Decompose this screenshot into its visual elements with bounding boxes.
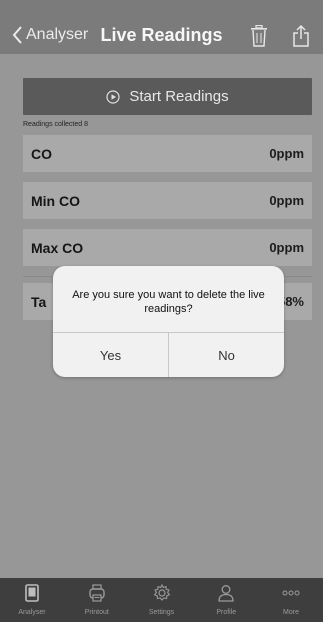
readings-collected-text: Readings collected 8: [23, 121, 88, 128]
navigation-bar: Analyser Live Readings: [0, 0, 323, 54]
reading-label: CO: [31, 145, 52, 162]
tab-label: Printout: [84, 609, 109, 616]
reading-row-co: CO 0ppm: [23, 135, 312, 172]
tab-bar: Analyser Printout Settings Profile More: [0, 578, 323, 622]
start-readings-button[interactable]: Start Readings: [23, 78, 312, 115]
tab-analyser[interactable]: Analyser: [0, 578, 64, 622]
tab-label: Analyser: [18, 609, 46, 616]
tab-profile[interactable]: Profile: [194, 578, 258, 622]
person-icon: [218, 585, 234, 602]
no-button[interactable]: No: [169, 333, 284, 377]
tab-more[interactable]: More: [259, 578, 323, 622]
play-circle-icon: [106, 89, 120, 104]
page-title: Live Readings: [100, 25, 223, 45]
reading-value: 0ppm: [269, 146, 304, 161]
tab-settings[interactable]: Settings: [130, 578, 194, 622]
start-readings-label: Start Readings: [129, 88, 229, 105]
reading-row-max-co: Max CO 0ppm: [23, 229, 312, 266]
reading-row-min-co: Min CO 0ppm: [23, 182, 312, 219]
printer-icon: [89, 584, 105, 602]
reading-value: 0ppm: [269, 193, 304, 208]
more-dots-icon: [282, 590, 300, 596]
tab-label: Settings: [148, 609, 175, 616]
gear-icon: [153, 583, 170, 601]
tab-printout[interactable]: Printout: [65, 578, 129, 622]
tab-label: More: [283, 609, 299, 616]
tab-label: Profile: [216, 609, 237, 616]
share-icon[interactable]: [292, 24, 310, 48]
dialog-message: Are you sure you want to delete the live…: [72, 289, 265, 315]
trash-icon[interactable]: [250, 25, 268, 47]
device-icon: [25, 584, 39, 602]
delete-confirmation-dialog: Are you sure you want to delete the live…: [53, 266, 284, 377]
yes-button[interactable]: Yes: [53, 333, 168, 377]
reading-label: Ta: [31, 293, 47, 310]
reading-label: Max CO: [31, 239, 84, 256]
reading-label: Min CO: [31, 192, 80, 209]
reading-value: 0ppm: [269, 240, 304, 255]
